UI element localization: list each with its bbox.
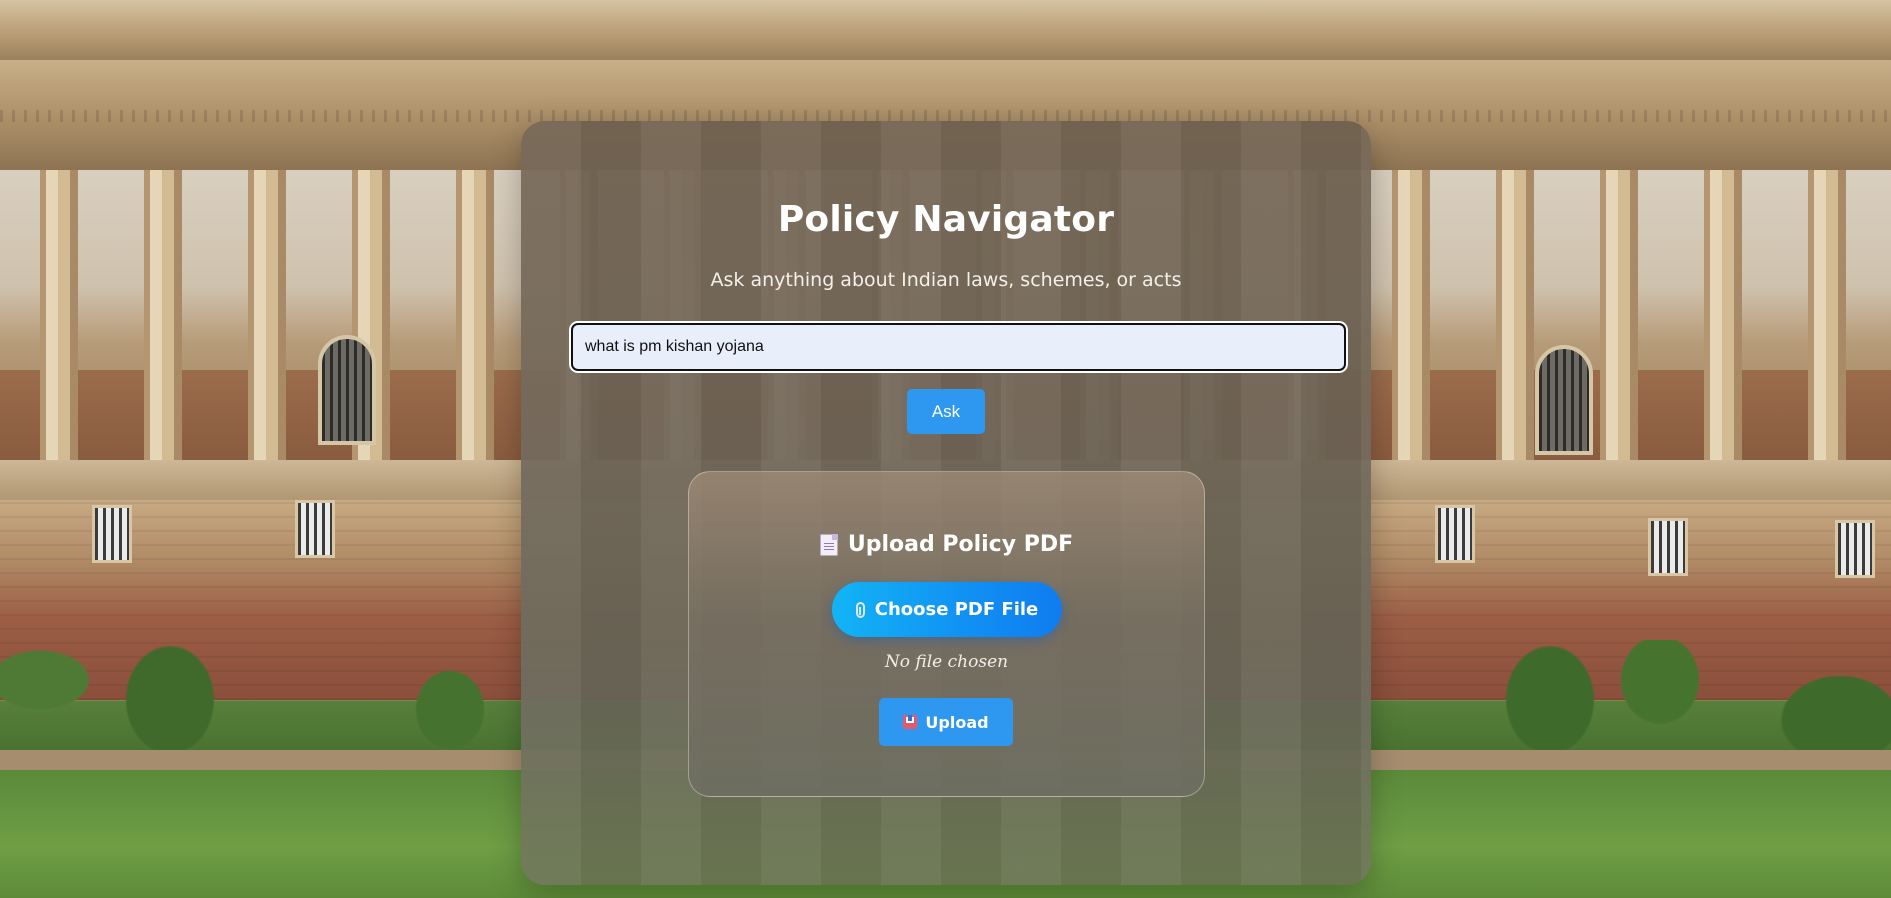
ask-button[interactable]: Ask bbox=[907, 389, 985, 434]
arched-window bbox=[1535, 345, 1593, 455]
choose-pdf-button[interactable]: Choose PDF File bbox=[832, 582, 1062, 637]
page-title: Policy Navigator bbox=[777, 199, 1115, 240]
building-cornice bbox=[0, 0, 1891, 60]
upload-button[interactable]: Upload bbox=[879, 698, 1013, 746]
choose-pdf-label: Choose PDF File bbox=[874, 599, 1039, 620]
building-window bbox=[1835, 520, 1875, 578]
upload-label: Upload bbox=[925, 712, 989, 732]
upload-heading: Upload Policy PDF bbox=[689, 532, 1204, 557]
building-window bbox=[295, 500, 335, 558]
arched-window bbox=[318, 335, 376, 445]
upload-heading-label: Upload Policy PDF bbox=[847, 532, 1074, 557]
page-subtitle: Ask anything about Indian laws, schemes,… bbox=[710, 269, 1182, 291]
building-window bbox=[1648, 518, 1688, 576]
upload-panel: Upload Policy PDF Choose PDF File No fil… bbox=[688, 471, 1205, 797]
document-icon bbox=[819, 533, 838, 556]
inbox-tray-icon bbox=[903, 715, 918, 729]
building-window bbox=[92, 505, 132, 563]
main-card: Policy Navigator Ask anything about Indi… bbox=[521, 121, 1371, 885]
building-window bbox=[1435, 505, 1475, 563]
paperclip-icon bbox=[855, 601, 865, 618]
question-input[interactable] bbox=[571, 323, 1346, 371]
file-status-text: No file chosen bbox=[884, 652, 1009, 672]
